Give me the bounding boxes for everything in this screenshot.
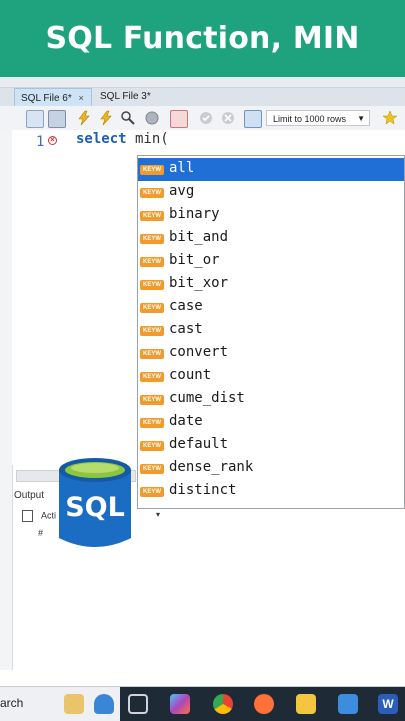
firefox-icon[interactable] bbox=[254, 694, 274, 714]
autocomplete-item[interactable]: KEYW case bbox=[138, 296, 404, 319]
file-explorer-icon[interactable] bbox=[296, 694, 316, 714]
keyword-badge: KEYW bbox=[140, 257, 164, 267]
autocomplete-item-label: date bbox=[169, 413, 203, 429]
keyword-badge: KEYW bbox=[140, 165, 164, 175]
autocomplete-item[interactable]: KEYW all bbox=[138, 158, 404, 181]
autocomplete-item[interactable]: KEYW dense_rank bbox=[138, 457, 404, 480]
autocommit-icon[interactable] bbox=[244, 110, 262, 128]
menu-strip bbox=[0, 77, 405, 88]
keyword-badge: KEYW bbox=[140, 372, 164, 382]
output-title: Output bbox=[14, 490, 45, 501]
tab-bar: SQL File 6* × SQL File 3* bbox=[0, 88, 405, 106]
keyword-badge: KEYW bbox=[140, 487, 164, 497]
chevron-down-icon: ▼ bbox=[357, 114, 365, 123]
autocomplete-item-label: count bbox=[169, 367, 212, 383]
title-banner: SQL Function, MIN bbox=[0, 0, 405, 77]
commit-icon[interactable] bbox=[198, 110, 214, 126]
autocomplete-item-label: distinct bbox=[169, 482, 237, 498]
taskbar-search[interactable]: arch bbox=[0, 696, 23, 710]
keyword-badge: KEYW bbox=[140, 418, 164, 428]
chrome-icon[interactable] bbox=[213, 694, 233, 714]
taskbar-apps: W bbox=[120, 687, 405, 721]
row-limit-select[interactable]: Limit to 1000 rows ▼ bbox=[266, 110, 370, 126]
autocomplete-item[interactable]: KEYW bit_xor bbox=[138, 273, 404, 296]
autocomplete-item-label: case bbox=[169, 298, 203, 314]
chevron-down-icon[interactable]: ▾ bbox=[156, 510, 160, 519]
autocomplete-item[interactable]: KEYW bit_or bbox=[138, 250, 404, 273]
widgets-icon[interactable] bbox=[64, 694, 84, 714]
copy-icon[interactable] bbox=[22, 510, 33, 522]
autocomplete-item-label: cast bbox=[169, 321, 203, 337]
rollback-icon[interactable] bbox=[220, 110, 236, 126]
toggle-error-icon[interactable] bbox=[170, 110, 188, 128]
execute-statement-icon[interactable] bbox=[98, 110, 114, 126]
tab-sql-file-3[interactable]: SQL File 3* bbox=[94, 88, 157, 106]
close-icon[interactable]: × bbox=[79, 93, 84, 103]
keyword-badge: KEYW bbox=[140, 188, 164, 198]
keyword-badge: KEYW bbox=[140, 234, 164, 244]
autocomplete-item-label: default bbox=[169, 436, 229, 452]
autocomplete-item-label: binary bbox=[169, 206, 220, 222]
keyword-badge: KEYW bbox=[140, 349, 164, 359]
weather-icon[interactable] bbox=[94, 694, 114, 714]
keyword-badge: KEYW bbox=[140, 395, 164, 405]
autocomplete-item[interactable]: KEYW convert bbox=[138, 342, 404, 365]
keyword-badge: KEYW bbox=[140, 303, 164, 313]
keyword-badge: KEYW bbox=[140, 211, 164, 221]
editor-toolbar: Limit to 1000 rows ▼ bbox=[0, 106, 405, 131]
banner-title: SQL Function, MIN bbox=[45, 21, 360, 56]
autocomplete-item-label: bit_and bbox=[169, 229, 229, 245]
keyword-badge: KEYW bbox=[140, 280, 164, 290]
execute-icon[interactable] bbox=[76, 110, 92, 126]
code-line[interactable]: select min( bbox=[76, 131, 169, 147]
autocomplete-item[interactable]: KEYW cast bbox=[138, 319, 404, 342]
code-keyword: select bbox=[76, 131, 127, 147]
store-icon[interactable] bbox=[338, 694, 358, 714]
autocomplete-item[interactable]: KEYW date bbox=[138, 411, 404, 434]
word-icon[interactable]: W bbox=[378, 694, 398, 714]
keyword-badge: KEYW bbox=[140, 441, 164, 451]
autocomplete-item[interactable]: KEYW binary bbox=[138, 204, 404, 227]
autocomplete-item[interactable]: KEYW avg bbox=[138, 181, 404, 204]
save-icon[interactable] bbox=[48, 110, 66, 128]
copilot-icon[interactable] bbox=[170, 694, 190, 714]
autocomplete-item-label: bit_or bbox=[169, 252, 220, 268]
stop-icon[interactable] bbox=[144, 110, 160, 126]
autocomplete-item-label: dense_rank bbox=[169, 459, 254, 475]
code-text: min( bbox=[126, 131, 169, 147]
autocomplete-item[interactable]: KEYW default bbox=[138, 434, 404, 457]
autocomplete-item[interactable]: KEYW cume_dist bbox=[138, 388, 404, 411]
sql-database-logo: SQL bbox=[57, 456, 133, 552]
autocomplete-popup: KEYW all KEYW avg KEYW binary KEYW bit_and K… bbox=[137, 155, 405, 509]
tab-label: SQL File 3* bbox=[100, 91, 151, 102]
explain-icon[interactable] bbox=[120, 110, 136, 126]
autocomplete-item-label: avg bbox=[169, 183, 195, 199]
row-limit-label: Limit to 1000 rows bbox=[273, 114, 347, 124]
task-view-icon[interactable] bbox=[128, 694, 148, 714]
keyword-badge: KEYW bbox=[140, 464, 164, 474]
action-output-label: Acti bbox=[41, 510, 57, 521]
keyword-badge: KEYW bbox=[140, 326, 164, 336]
output-column-hash: # bbox=[38, 528, 44, 538]
open-folder-icon[interactable] bbox=[26, 110, 44, 128]
taskbar: arch W bbox=[0, 686, 405, 721]
autocomplete-item[interactable]: KEYW bit_and bbox=[138, 227, 404, 250]
autocomplete-item-label: convert bbox=[169, 344, 229, 360]
autocomplete-item[interactable]: KEYW count bbox=[138, 365, 404, 388]
beautify-icon[interactable] bbox=[382, 110, 398, 126]
autocomplete-item[interactable]: KEYW distinct bbox=[138, 480, 404, 503]
tab-label: SQL File 6* bbox=[21, 93, 72, 104]
line-number: 1 bbox=[36, 134, 45, 150]
autocomplete-item-label: all bbox=[169, 160, 195, 176]
autocomplete-item-label: bit_xor bbox=[169, 275, 229, 291]
logo-text: SQL bbox=[65, 492, 125, 523]
error-icon: × bbox=[48, 136, 57, 145]
tab-sql-file-6[interactable]: SQL File 6* × bbox=[14, 88, 92, 106]
autocomplete-item-label: cume_dist bbox=[169, 390, 245, 406]
